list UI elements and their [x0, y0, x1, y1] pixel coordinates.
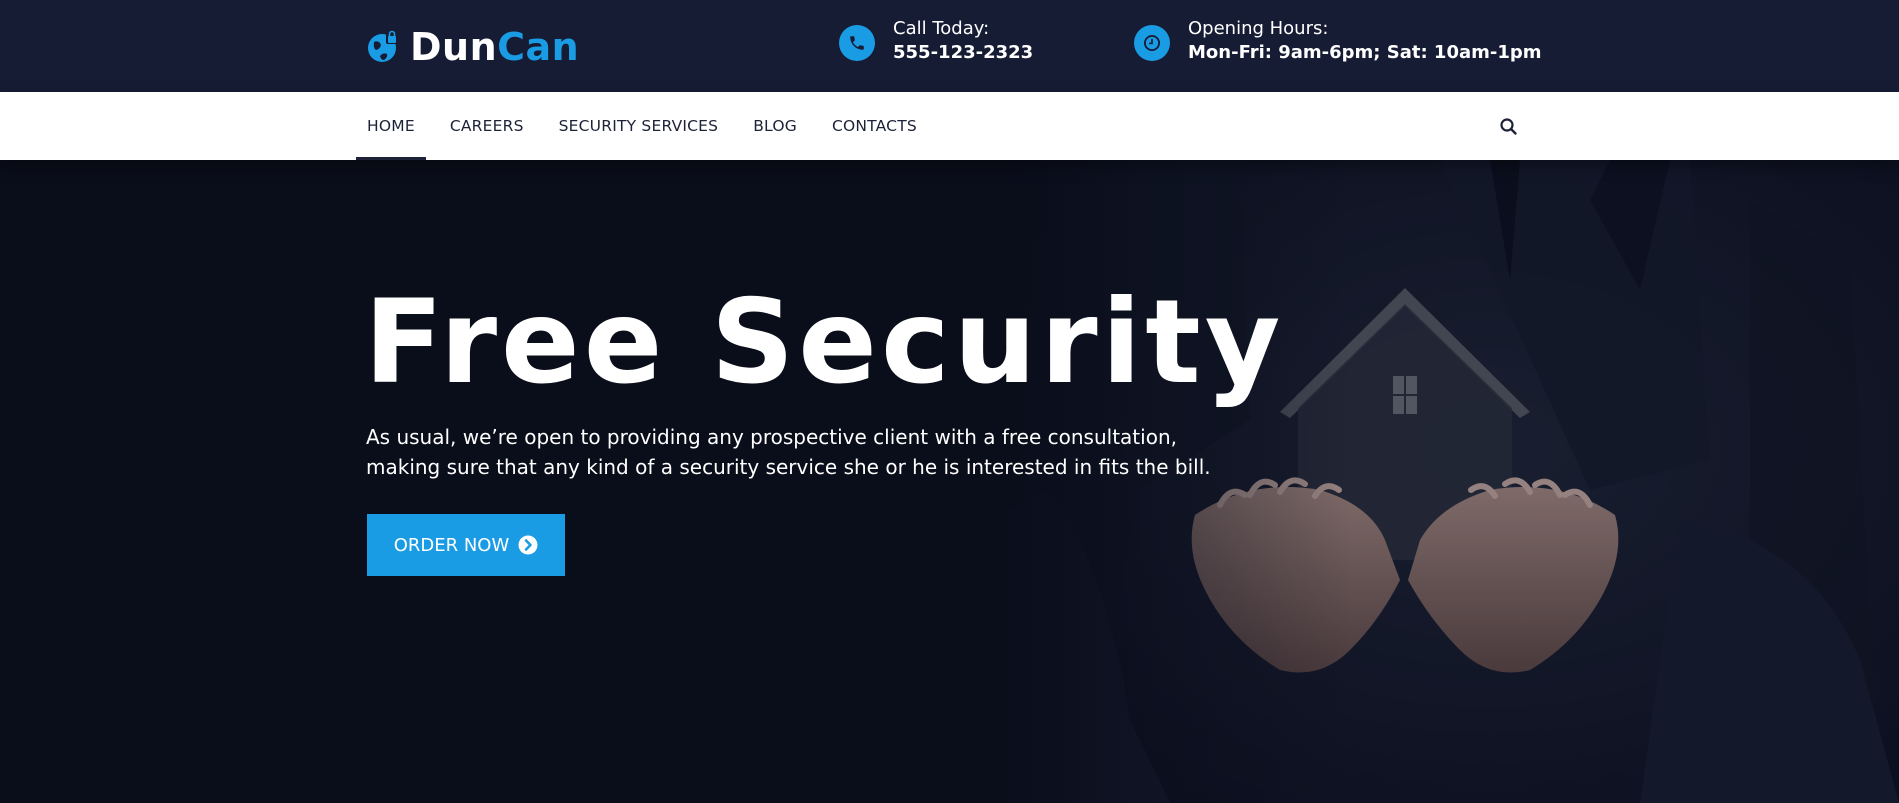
- clock-icon: [1134, 25, 1170, 61]
- nav-menu: HOME CAREERS SECURITY SERVICES BLOG CONT…: [356, 92, 941, 160]
- hours-info: Opening Hours: Mon-Fri: 9am-6pm; Sat: 10…: [1134, 18, 1542, 66]
- phone-number[interactable]: 555-123-2323: [893, 40, 1033, 66]
- nav-item-careers[interactable]: CAREERS: [439, 92, 535, 160]
- shield-globe-icon: [368, 30, 398, 62]
- phone-icon: [839, 25, 875, 61]
- call-info: Call Today: 555-123-2323: [839, 18, 1033, 66]
- nav-item-security-services[interactable]: SECURITY SERVICES: [548, 92, 730, 160]
- hours-label: Opening Hours:: [1188, 18, 1329, 39]
- brand-name: DunCan: [410, 28, 579, 66]
- nav-item-home[interactable]: HOME: [356, 92, 426, 160]
- hero-section: Free Security As usual, we’re open to pr…: [0, 160, 1899, 803]
- search-icon[interactable]: [1499, 117, 1519, 137]
- brand-name-part2: Can: [497, 25, 580, 69]
- order-now-label: ORDER NOW: [393, 534, 510, 556]
- top-bar: DunCan Call Today: 555-123-2323 Opening …: [0, 0, 1899, 92]
- brand-name-part1: Dun: [410, 25, 498, 69]
- hours-value: Mon-Fri: 9am-6pm; Sat: 10am-1pm: [1188, 42, 1542, 63]
- nav-item-contacts[interactable]: CONTACTS: [821, 92, 928, 160]
- call-label: Call Today:: [893, 18, 990, 39]
- chevron-circle-right-icon: [518, 535, 538, 555]
- logo[interactable]: DunCan: [366, 26, 579, 68]
- nav-item-blog[interactable]: BLOG: [742, 92, 808, 160]
- hero-description: As usual, we’re open to providing any pr…: [366, 425, 1211, 479]
- order-now-button[interactable]: ORDER NOW: [367, 514, 565, 576]
- main-nav: HOME CAREERS SECURITY SERVICES BLOG CONT…: [0, 92, 1899, 160]
- hero-title: Free Security: [364, 275, 1285, 410]
